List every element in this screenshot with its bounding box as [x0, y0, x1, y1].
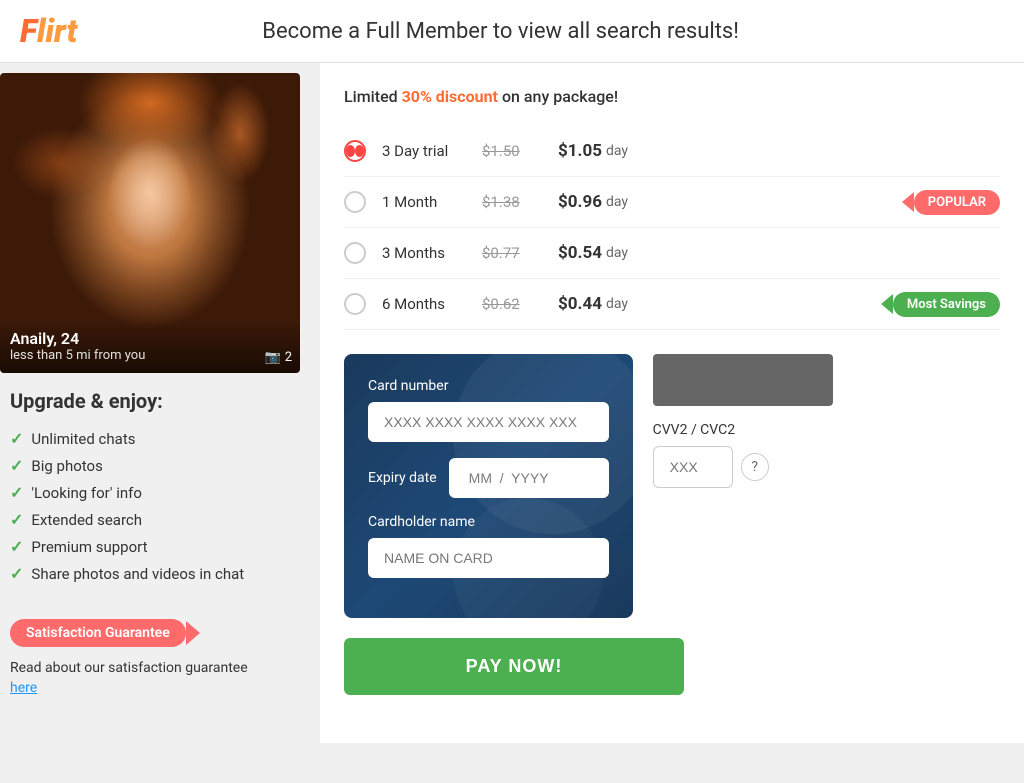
- per-day-3day: day: [606, 143, 628, 159]
- list-item: ✓Premium support: [10, 533, 310, 560]
- per-day-1month: day: [606, 194, 628, 210]
- left-panel: Anaily, 24 less than 5 mi from you 📷 2 U…: [0, 63, 320, 743]
- list-item: ✓'Looking for' info: [10, 479, 310, 506]
- card-number-input[interactable]: [368, 402, 609, 442]
- list-item: ✓Extended search: [10, 506, 310, 533]
- plan-name-3months: 3 Months: [382, 244, 482, 262]
- check-icon: ✓: [10, 564, 23, 583]
- current-price-3months: $0.54: [558, 243, 602, 263]
- header: Flirt Become a Full Member to view all s…: [0, 0, 1024, 63]
- payment-logo-bar: [653, 354, 833, 406]
- popular-badge: POPULAR: [914, 190, 1000, 215]
- logo: Flirt: [20, 12, 77, 50]
- cvv-help-icon[interactable]: ?: [741, 453, 769, 481]
- camera-icon: 📷: [265, 350, 281, 365]
- cardholder-label: Cardholder name: [368, 514, 609, 530]
- list-item: ✓Big photos: [10, 452, 310, 479]
- current-price-3day: $1.05: [558, 141, 602, 161]
- check-icon: ✓: [10, 429, 23, 448]
- right-panel: Limited 30% discount on any package! 3 D…: [320, 63, 1024, 743]
- satisfaction-text: Read about our satisfaction guarantee he…: [10, 659, 310, 698]
- expiry-row: Expiry date: [368, 458, 609, 498]
- discount-banner: Limited 30% discount on any package!: [344, 87, 1000, 106]
- plan-row-3months[interactable]: 3 Months $0.77 $0.54 day: [344, 228, 1000, 279]
- radio-6months[interactable]: [344, 293, 366, 315]
- profile-distance: less than 5 mi from you: [10, 348, 290, 363]
- plan-name-1month: 1 Month: [382, 193, 482, 211]
- plan-row-6months[interactable]: 6 Months $0.62 $0.44 day Most Savings: [344, 279, 1000, 330]
- profile-image-container: Anaily, 24 less than 5 mi from you 📷 2: [0, 73, 300, 373]
- cvv-section: CVV2 / CVC2 ?: [653, 422, 833, 488]
- check-icon: ✓: [10, 537, 23, 556]
- pay-now-button[interactable]: PAY NOW!: [344, 638, 684, 695]
- expiry-label: Expiry date: [368, 470, 437, 486]
- radio-3months[interactable]: [344, 242, 366, 264]
- current-price-1month: $0.96: [558, 192, 602, 212]
- list-item: ✓Share photos and videos in chat: [10, 560, 310, 587]
- cvv-label: CVV2 / CVC2: [653, 422, 833, 438]
- cvv-input[interactable]: [653, 446, 733, 488]
- logo-f: F: [20, 12, 37, 50]
- per-day-3months: day: [606, 245, 628, 261]
- original-price-6months: $0.62: [482, 295, 542, 313]
- cardholder-input[interactable]: [368, 538, 609, 578]
- expiry-input[interactable]: [449, 458, 609, 498]
- profile-overlay: Anaily, 24 less than 5 mi from you: [0, 319, 300, 373]
- profile-photo-count: 📷 2: [265, 350, 293, 365]
- plan-row-3day[interactable]: 3 Day trial $1.50 $1.05 day: [344, 126, 1000, 177]
- upgrade-title: Upgrade & enjoy:: [10, 389, 310, 413]
- check-icon: ✓: [10, 510, 23, 529]
- radio-3day[interactable]: [344, 140, 366, 162]
- plan-name-3day: 3 Day trial: [382, 142, 482, 160]
- list-item: ✓Unlimited chats: [10, 425, 310, 452]
- plan-name-6months: 6 Months: [382, 295, 482, 313]
- original-price-3months: $0.77: [482, 244, 542, 262]
- radio-1month[interactable]: [344, 191, 366, 213]
- original-price-3day: $1.50: [482, 142, 542, 160]
- check-icon: ✓: [10, 456, 23, 475]
- logo-rest: lirt: [37, 12, 77, 50]
- current-price-6months: $0.44: [558, 294, 602, 314]
- original-price-1month: $1.38: [482, 193, 542, 211]
- check-icon: ✓: [10, 483, 23, 502]
- satisfaction-link[interactable]: here: [10, 680, 37, 696]
- feature-list: ✓Unlimited chats ✓Big photos ✓'Looking f…: [10, 425, 310, 587]
- discount-highlight: 30% discount: [402, 87, 498, 106]
- satisfaction-badge: Satisfaction Guarantee: [10, 619, 186, 647]
- card-number-label: Card number: [368, 378, 609, 394]
- payment-form: Card number Expiry date Cardholder name: [344, 354, 633, 618]
- page-title: Become a Full Member to view all search …: [77, 19, 924, 44]
- cvv-row: ?: [653, 446, 833, 488]
- savings-badge: Most Savings: [893, 292, 1000, 317]
- pricing-options: 3 Day trial $1.50 $1.05 day 1 Month $1.3…: [344, 126, 1000, 330]
- upgrade-section: Upgrade & enjoy: ✓Unlimited chats ✓Big p…: [0, 373, 320, 714]
- app-wrapper: Flirt Become a Full Member to view all s…: [0, 0, 1024, 743]
- profile-name: Anaily, 24: [10, 329, 290, 348]
- per-day-6months: day: [606, 296, 628, 312]
- main-content: Anaily, 24 less than 5 mi from you 📷 2 U…: [0, 63, 1024, 743]
- plan-row-1month[interactable]: 1 Month $1.38 $0.96 day POPULAR: [344, 177, 1000, 228]
